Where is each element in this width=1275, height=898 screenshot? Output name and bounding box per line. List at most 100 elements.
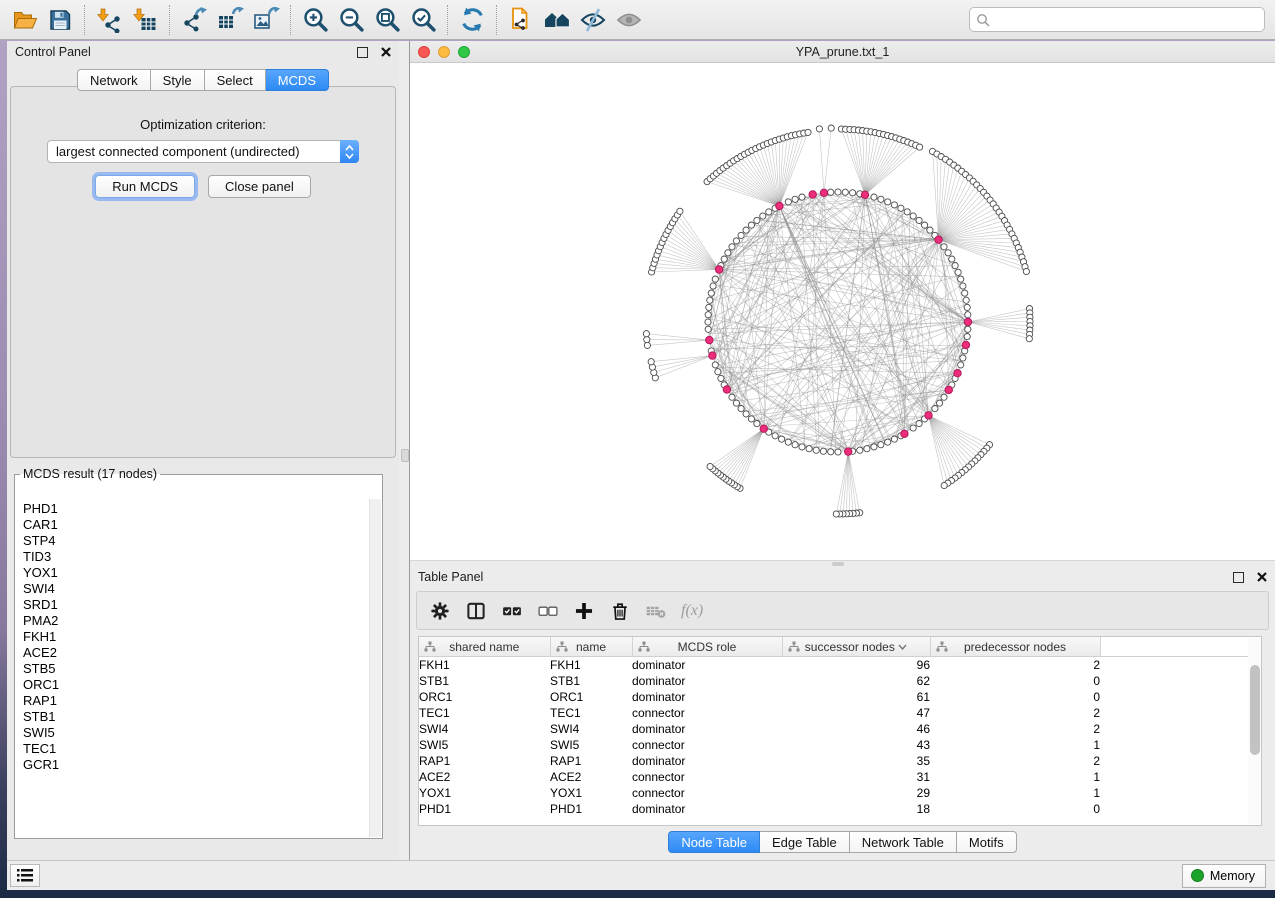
delete-column-button[interactable] bbox=[609, 599, 631, 623]
table-panel: Table Panel f(x) bbox=[410, 567, 1275, 861]
mcds-result-item[interactable]: STB1 bbox=[23, 709, 369, 725]
mcds-result-item[interactable]: PHD1 bbox=[23, 501, 369, 517]
zoom-selected-icon bbox=[410, 6, 437, 33]
eye-icon bbox=[615, 7, 643, 33]
show-columns-button[interactable] bbox=[465, 599, 487, 623]
export-table-button[interactable] bbox=[212, 4, 248, 36]
column-header-predecessor-nodes[interactable]: predecessor nodes bbox=[930, 637, 1100, 657]
run-mcds-button[interactable]: Run MCDS bbox=[95, 175, 195, 198]
mcds-result-item[interactable]: ORC1 bbox=[23, 677, 369, 693]
import-table-button[interactable] bbox=[127, 4, 163, 36]
mcds-result-item[interactable]: TID3 bbox=[23, 549, 369, 565]
horizontal-splitter[interactable] bbox=[410, 560, 1275, 567]
open-file-button[interactable] bbox=[6, 4, 42, 36]
mcds-result-item[interactable]: SWI4 bbox=[23, 581, 369, 597]
tab-node-table[interactable]: Node Table bbox=[668, 831, 760, 853]
import-network-icon bbox=[96, 7, 122, 33]
splitter-handle[interactable] bbox=[401, 449, 409, 462]
memory-button[interactable]: Memory bbox=[1182, 864, 1266, 888]
tab-motifs[interactable]: Motifs bbox=[957, 831, 1017, 853]
table-row[interactable]: ACE2ACE2connector311 bbox=[419, 769, 1261, 785]
refresh-view-button[interactable] bbox=[454, 4, 490, 36]
network-graph[interactable] bbox=[410, 63, 1275, 560]
delete-table-icon bbox=[645, 600, 667, 622]
table-row[interactable]: ORC1ORC1dominator610 bbox=[419, 689, 1261, 705]
close-panel-icon[interactable] bbox=[1257, 572, 1267, 582]
checked-boxes-icon bbox=[501, 600, 523, 622]
scrollbar-thumb[interactable] bbox=[1250, 665, 1260, 755]
close-panel-button[interactable]: Close panel bbox=[208, 175, 311, 198]
mcds-result-item[interactable]: STB5 bbox=[23, 661, 369, 677]
vertical-splitter[interactable] bbox=[399, 41, 410, 861]
zoom-fit-button[interactable] bbox=[369, 4, 405, 36]
task-history-button[interactable] bbox=[10, 864, 40, 887]
mcds-list-scrollbar[interactable] bbox=[369, 499, 381, 837]
table-row[interactable]: SWI5SWI5connector431 bbox=[419, 737, 1261, 753]
mcds-result-item[interactable]: SWI5 bbox=[23, 725, 369, 741]
zoom-in-button[interactable] bbox=[297, 4, 333, 36]
mcds-result-item[interactable]: FKH1 bbox=[23, 629, 369, 645]
tab-mcds[interactable]: MCDS bbox=[266, 69, 329, 91]
import-network-button[interactable] bbox=[91, 4, 127, 36]
zoom-out-button[interactable] bbox=[333, 4, 369, 36]
apply-function-button[interactable]: f(x) bbox=[681, 602, 703, 620]
float-panel-icon[interactable] bbox=[357, 47, 368, 58]
table-toolbar: f(x) bbox=[416, 591, 1269, 630]
table-settings-button[interactable] bbox=[429, 599, 451, 623]
export-image-button[interactable] bbox=[248, 4, 284, 36]
plus-icon bbox=[573, 600, 595, 622]
float-panel-icon[interactable] bbox=[1233, 572, 1244, 583]
deselect-all-button[interactable] bbox=[537, 599, 559, 623]
attribute-icon bbox=[788, 641, 800, 653]
column-header-successor-nodes[interactable]: successor nodes bbox=[782, 637, 930, 657]
mcds-result-item[interactable]: GCR1 bbox=[23, 757, 369, 773]
tab-network[interactable]: Network bbox=[77, 69, 151, 91]
toolbar-separator bbox=[290, 5, 291, 35]
table-row[interactable]: FKH1FKH1dominator962 bbox=[419, 657, 1261, 674]
splitter-handle[interactable] bbox=[832, 562, 844, 566]
mcds-result-item[interactable]: YOX1 bbox=[23, 565, 369, 581]
table-row[interactable]: RAP1RAP1dominator352 bbox=[419, 753, 1261, 769]
table-row[interactable]: SWI4SWI4dominator462 bbox=[419, 721, 1261, 737]
tab-style[interactable]: Style bbox=[151, 69, 205, 91]
mcds-result-item[interactable]: SRD1 bbox=[23, 597, 369, 613]
mcds-result-item[interactable]: ACE2 bbox=[23, 645, 369, 661]
gear-icon bbox=[429, 600, 451, 622]
add-column-button[interactable] bbox=[573, 599, 595, 623]
zoom-selected-button[interactable] bbox=[405, 4, 441, 36]
tab-network-table[interactable]: Network Table bbox=[850, 831, 957, 853]
table-row[interactable]: PHD1PHD1dominator180 bbox=[419, 801, 1261, 817]
table-row[interactable]: TEC1TEC1connector472 bbox=[419, 705, 1261, 721]
hide-selected-button[interactable] bbox=[575, 4, 611, 36]
clone-network-button[interactable] bbox=[503, 4, 539, 36]
delete-table-button[interactable] bbox=[645, 599, 667, 623]
table-row[interactable]: YOX1YOX1connector291 bbox=[419, 785, 1261, 801]
column-header-name[interactable]: name bbox=[550, 637, 632, 657]
column-header-mcds-role[interactable]: MCDS role bbox=[632, 637, 782, 657]
optimization-criterion-label: Optimization criterion: bbox=[11, 117, 395, 132]
network-canvas[interactable] bbox=[410, 63, 1275, 560]
table-header-row: shared name name MCDS role successor nod… bbox=[419, 637, 1261, 657]
save-session-button[interactable] bbox=[42, 4, 78, 36]
optimization-criterion-select[interactable]: largest connected component (undirected) bbox=[47, 140, 359, 163]
list-icon bbox=[17, 869, 33, 882]
mcds-result-item[interactable]: RAP1 bbox=[23, 693, 369, 709]
mcds-result-item[interactable]: TEC1 bbox=[23, 741, 369, 757]
column-header-shared-name[interactable]: shared name bbox=[419, 637, 550, 657]
export-network-button[interactable] bbox=[176, 4, 212, 36]
import-table-icon bbox=[132, 7, 158, 33]
tab-select[interactable]: Select bbox=[205, 69, 266, 91]
mcds-result-item[interactable]: PMA2 bbox=[23, 613, 369, 629]
mcds-result-item[interactable]: STP4 bbox=[23, 533, 369, 549]
table-row[interactable]: STB1STB1dominator620 bbox=[419, 673, 1261, 689]
tab-edge-table[interactable]: Edge Table bbox=[760, 831, 850, 853]
table-scrollbar[interactable] bbox=[1248, 638, 1261, 824]
select-all-button[interactable] bbox=[501, 599, 523, 623]
mcds-result-item[interactable]: CAR1 bbox=[23, 517, 369, 533]
network-title: YPA_prune.txt_1 bbox=[410, 45, 1275, 59]
mcds-tab-content: Optimization criterion: largest connecte… bbox=[10, 86, 396, 458]
close-panel-icon[interactable] bbox=[381, 47, 391, 57]
show-hidden-button[interactable] bbox=[611, 4, 647, 36]
show-all-nodes-button[interactable] bbox=[539, 4, 575, 36]
search-input[interactable] bbox=[990, 12, 1264, 28]
